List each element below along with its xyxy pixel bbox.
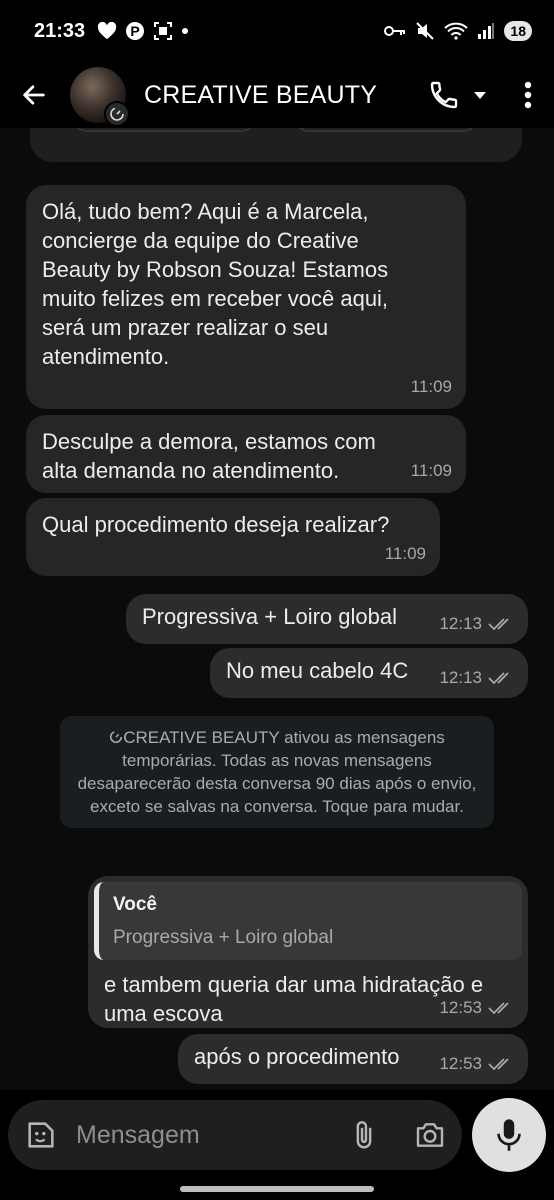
- system-icons: 18: [384, 21, 532, 41]
- sticker-icon[interactable]: [24, 1118, 58, 1152]
- back-arrow-icon[interactable]: [20, 81, 48, 109]
- status-time: 21:33: [34, 19, 86, 42]
- wifi-icon: [444, 22, 469, 40]
- composer-actions: [350, 1119, 446, 1151]
- incoming-message[interactable]: Desculpe a demora, estamos com alta dema…: [26, 415, 466, 493]
- chevron-down-icon[interactable]: [472, 87, 488, 103]
- message-text: Olá, tudo bem? Aqui é a Marcela, concier…: [42, 199, 389, 369]
- outgoing-message[interactable]: Progressiva + Loiro global 12:13: [126, 594, 528, 644]
- message-time: 11:09: [410, 377, 452, 396]
- card-button[interactable]: [296, 128, 476, 132]
- double-check-icon: [488, 671, 509, 684]
- mute-icon: [416, 22, 435, 40]
- disappearing-timer-badge: [104, 101, 130, 127]
- svg-text:P: P: [130, 23, 139, 39]
- message-time: 12:53: [439, 998, 482, 1017]
- phone-icon[interactable]: [428, 79, 460, 111]
- screenshot-icon: [154, 22, 173, 40]
- dot-icon: [182, 28, 189, 34]
- header-actions: [428, 79, 540, 111]
- message-text: Desculpe a demora, estamos com alta dema…: [42, 429, 376, 483]
- more-options-icon[interactable]: [516, 80, 540, 110]
- message-meta: 12:53: [439, 1049, 514, 1078]
- message-meta: 11:09: [411, 456, 452, 485]
- key-icon: [384, 26, 406, 36]
- message-meta: 12:53: [439, 993, 514, 1022]
- message-time: 11:09: [410, 461, 452, 480]
- message-time: 11:09: [384, 544, 426, 563]
- double-check-icon: [488, 617, 509, 630]
- quoted-author: Você: [113, 894, 158, 915]
- voice-message-button[interactable]: [472, 1098, 546, 1172]
- pinterest-icon: P: [126, 22, 145, 40]
- status-bar: 21:33 P 18: [0, 0, 554, 62]
- quoted-text: Progressiva + Loiro global: [113, 927, 334, 948]
- message-time: 12:13: [439, 668, 482, 687]
- incoming-message[interactable]: Olá, tudo bem? Aqui é a Marcela, concier…: [26, 185, 466, 409]
- message-meta: 11:09: [385, 539, 426, 568]
- composer-bar: [0, 1090, 554, 1200]
- timer-icon: [110, 107, 124, 121]
- contact-name[interactable]: CREATIVE BEAUTY: [144, 81, 377, 110]
- camera-icon[interactable]: [414, 1120, 446, 1150]
- previous-message-card: [30, 128, 522, 162]
- card-button[interactable]: [74, 128, 254, 132]
- message-input[interactable]: [76, 1120, 296, 1150]
- contact-avatar[interactable]: [70, 67, 130, 127]
- notice-text: CREATIVE BEAUTY ativou as mensagens temp…: [77, 728, 477, 816]
- double-check-icon: [488, 1057, 509, 1070]
- message-field[interactable]: [8, 1100, 462, 1170]
- outgoing-message[interactable]: após o procedimento 12:53: [178, 1034, 528, 1084]
- message-meta: 11:09: [411, 372, 452, 401]
- timer-icon: [110, 730, 123, 744]
- notification-icons: P: [97, 21, 189, 41]
- outgoing-message-reply[interactable]: Você Progressiva + Loiro global e tambem…: [88, 876, 528, 1028]
- gesture-nav-handle[interactable]: [180, 1186, 374, 1192]
- quoted-message[interactable]: Você Progressiva + Loiro global: [94, 882, 522, 960]
- disappearing-messages-notice[interactable]: CREATIVE BEAUTY ativou as mensagens temp…: [60, 716, 494, 828]
- message-meta: 12:13: [439, 609, 514, 638]
- message-meta: 12:13: [439, 663, 514, 692]
- chat-header: CREATIVE BEAUTY: [0, 62, 554, 128]
- double-check-icon: [488, 1001, 509, 1014]
- message-time: 12:13: [439, 614, 482, 633]
- message-time: 12:53: [439, 1054, 482, 1073]
- incoming-message[interactable]: Qual procedimento deseja realizar? 11:09: [26, 498, 440, 576]
- message-list[interactable]: Olá, tudo bem? Aqui é a Marcela, concier…: [0, 128, 554, 1090]
- heart-icon: [98, 22, 117, 40]
- outgoing-message[interactable]: No meu cabelo 4C 12:13: [210, 648, 528, 698]
- message-text: Qual procedimento deseja realizar?: [42, 512, 390, 537]
- battery-level: 18: [504, 21, 532, 41]
- attach-icon[interactable]: [350, 1119, 378, 1151]
- signal-icon: [478, 23, 495, 39]
- microphone-icon: [497, 1119, 521, 1151]
